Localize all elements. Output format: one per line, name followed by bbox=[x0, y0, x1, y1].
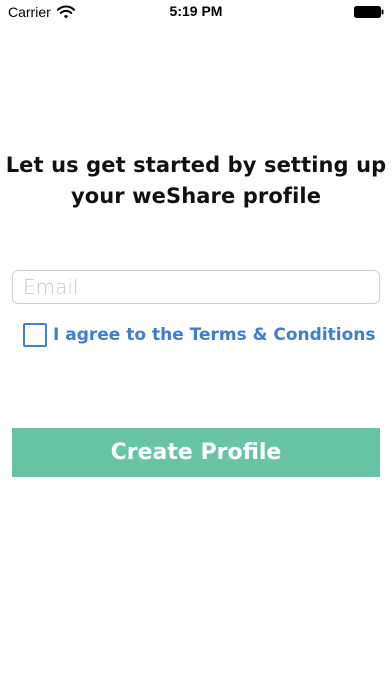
status-time: 5:19 PM bbox=[169, 3, 223, 19]
terms-checkbox[interactable] bbox=[23, 323, 47, 347]
battery-icon bbox=[354, 6, 384, 18]
page-title-line-2: your weShare profile bbox=[70, 184, 322, 208]
page-title-line-1: Let us get started by setting up bbox=[5, 153, 387, 177]
terms-label[interactable]: I agree to the Terms & Conditions bbox=[53, 325, 376, 345]
signup-screen: Carrier 5:19 PM Let us get started by se… bbox=[0, 0, 392, 696]
create-profile-button[interactable]: Create Profile bbox=[12, 428, 380, 477]
terms-checkbox-row[interactable]: I agree to the Terms & Conditions bbox=[23, 323, 376, 347]
email-field[interactable] bbox=[12, 270, 380, 304]
status-bar: Carrier 5:19 PM bbox=[0, 0, 392, 28]
page-title: Let us get started by setting up your we… bbox=[0, 150, 392, 212]
